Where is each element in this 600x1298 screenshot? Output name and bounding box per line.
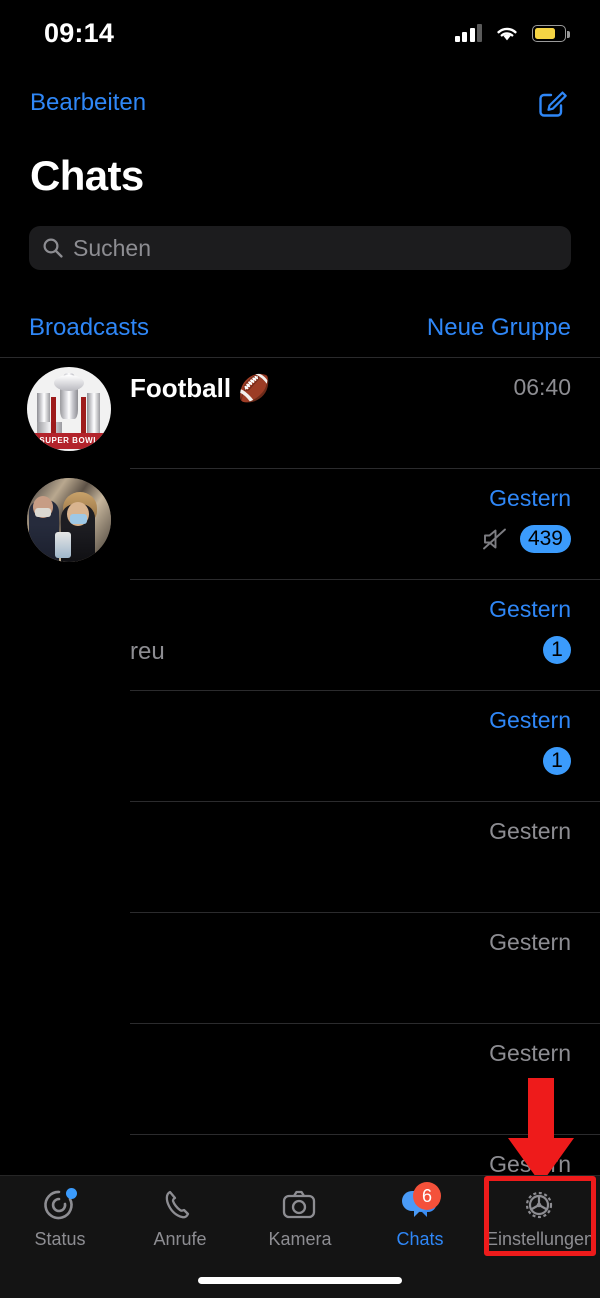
edit-button[interactable]: Bearbeiten <box>30 89 146 117</box>
status-rings-icon <box>39 1186 81 1224</box>
cellular-signal-icon <box>454 24 482 42</box>
page-title: Chats <box>30 152 144 199</box>
camera-icon <box>279 1186 321 1224</box>
chat-row-meta: 1 <box>543 636 571 664</box>
tab-badge: 6 <box>413 1182 441 1210</box>
unread-badge: 439 <box>519 525 571 553</box>
status-bar: 09:14 <box>0 0 600 66</box>
status-bar-clock: 09:14 <box>44 17 115 48</box>
avatar: SUPER BOWL <box>27 367 111 451</box>
unread-badge: 1 <box>543 636 571 664</box>
tab-einstellungen[interactable]: Einstellungen <box>480 1176 600 1260</box>
chat-list-item[interactable]: Gestern <box>0 913 600 1024</box>
compose-new-chat-icon[interactable] <box>536 86 570 120</box>
status-new-dot <box>66 1188 77 1199</box>
tab-label: Einstellungen <box>485 1229 595 1249</box>
tab-chats[interactable]: 6 Chats <box>360 1176 480 1260</box>
broadcasts-button[interactable]: Broadcasts <box>29 314 149 342</box>
chat-list-item[interactable]: Gestern 1 <box>0 691 600 802</box>
home-indicator <box>198 1277 402 1284</box>
avatar <box>27 478 111 562</box>
chat-timestamp: Gestern <box>489 707 571 733</box>
tab-label: Anrufe <box>153 1229 207 1249</box>
unread-badge: 1 <box>543 747 571 775</box>
broadcast-actions-row: Broadcasts Neue Gruppe <box>0 308 600 348</box>
chat-timestamp: Gestern <box>489 1040 571 1066</box>
chat-timestamp: Gestern <box>489 929 571 955</box>
chat-list-item[interactable]: Gestern <box>0 802 600 913</box>
tab-status[interactable]: Status <box>0 1176 120 1260</box>
search-icon <box>43 238 63 258</box>
gear-icon <box>519 1186 561 1224</box>
chat-list-item[interactable]: SUPER BOWL Football 🏈 06:40 <box>0 358 600 469</box>
chat-list-item[interactable]: Gestern 439 <box>0 469 600 580</box>
tab-label: Chats <box>396 1229 444 1249</box>
navigation-bar: Bearbeiten <box>0 78 600 128</box>
app-screen: 09:14 Bearbeiten Chats Suchen Broadcasts… <box>0 0 600 1298</box>
tab-kamera[interactable]: Kamera <box>240 1176 360 1260</box>
chat-title: Football 🏈 <box>130 373 271 403</box>
mute-icon <box>482 527 508 551</box>
status-bar-indicators <box>454 24 570 43</box>
tab-anrufe[interactable]: Anrufe <box>120 1176 240 1260</box>
new-group-button[interactable]: Neue Gruppe <box>427 314 571 342</box>
tab-label: Kamera <box>268 1229 332 1249</box>
chat-row-meta: 439 <box>482 525 571 553</box>
wifi-icon <box>497 27 517 40</box>
chat-row-meta: 1 <box>543 747 571 775</box>
chat-timestamp: Gestern <box>489 485 571 511</box>
red-down-arrow-pointer <box>506 1078 576 1186</box>
tab-bar: Status Anrufe Kamera 6 Chats Einstellungen <box>0 1175 600 1298</box>
search-input[interactable]: Suchen <box>29 226 571 270</box>
chat-bubbles-icon: 6 <box>399 1182 441 1224</box>
chat-list-item[interactable]: reu Gestern 1 <box>0 580 600 691</box>
tab-label: Status <box>34 1229 86 1249</box>
search-placeholder: Suchen <box>73 234 152 261</box>
chat-timestamp: 06:40 <box>513 374 571 400</box>
phone-icon <box>159 1186 201 1224</box>
chat-snippet: reu <box>130 638 165 665</box>
chat-timestamp: Gestern <box>489 818 571 844</box>
chat-timestamp: Gestern <box>489 596 571 622</box>
battery-low-power-icon <box>532 24 570 42</box>
